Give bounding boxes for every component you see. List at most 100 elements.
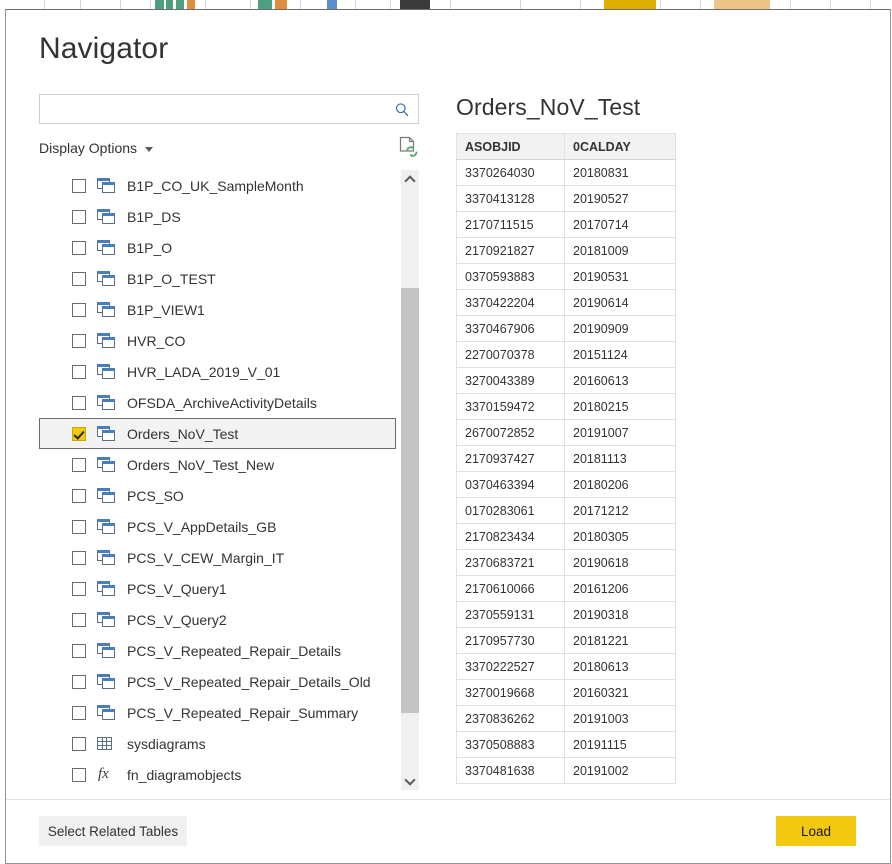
tree-item-pcs-v-query2[interactable]: PCS_V_Query2 (39, 604, 396, 635)
tree-item-pcs-so[interactable]: PCS_SO (39, 480, 396, 511)
tree-item-checkbox[interactable] (72, 674, 86, 689)
tree-item-orders-nov-test[interactable]: Orders_NoV_Test (39, 418, 396, 449)
tree-item-checkbox[interactable] (72, 271, 86, 286)
view-icon (97, 642, 117, 659)
navigator-dialog: Navigator Display Options B1P_CO_UK_Samp… (5, 9, 891, 864)
tree-item-checkbox[interactable] (72, 209, 86, 224)
tree-item-b1p-o[interactable]: B1P_O (39, 232, 396, 263)
tree-item-checkbox[interactable] (72, 612, 86, 627)
ribbon-divider (580, 0, 581, 9)
preview-cell: 2670072852 (456, 419, 565, 446)
search-input[interactable] (39, 94, 419, 124)
tree-item-checkbox[interactable] (72, 302, 86, 317)
tree-item-sysdiagrams[interactable]: sysdiagrams (39, 728, 396, 759)
ribbon-icon-fragment (604, 0, 656, 9)
refresh-document-icon[interactable] (397, 136, 419, 160)
tree-item-checkbox[interactable] (72, 767, 86, 782)
tree-item-checkbox[interactable] (72, 519, 86, 534)
view-icon (97, 518, 117, 535)
view-glyph (97, 704, 116, 721)
ribbon-divider (355, 0, 356, 9)
tree-item-label: HVR_CO (127, 332, 186, 349)
view-icon (97, 549, 117, 566)
ribbon-divider (300, 0, 301, 9)
tree-item-pcs-v-repeated-repair-details[interactable]: PCS_V_Repeated_Repair_Details (39, 635, 396, 666)
tree-item-checkbox[interactable] (72, 333, 86, 348)
tree-item-checkbox[interactable] (72, 705, 86, 720)
ribbon-divider (44, 0, 45, 9)
tree-item-b1p-ds[interactable]: B1P_DS (39, 201, 396, 232)
tree-item-label: B1P_O_TEST (127, 270, 216, 287)
tree-item-label: B1P_O (127, 239, 173, 256)
preview-table-row: 2170610066 20161206 (456, 575, 676, 602)
preview-table-row: 2170823434 20180305 (456, 523, 676, 550)
scrollbar-thumb[interactable] (401, 288, 419, 713)
view-glyph (97, 518, 116, 535)
preview-cell: 20160321 (564, 679, 676, 706)
tree-item-checkbox[interactable] (72, 178, 86, 193)
preview-cell: 2170711515 (456, 211, 565, 238)
tree-item-label: PCS_SO (127, 487, 184, 504)
tree-item-pcs-v-repeated-repair-summary[interactable]: PCS_V_Repeated_Repair_Summary (39, 697, 396, 728)
preview-cell: 0370463394 (456, 471, 565, 498)
preview-cell: 20190318 (564, 601, 676, 628)
view-icon (97, 208, 117, 225)
preview-cell: 20190531 (564, 263, 676, 290)
tree-item-pcs-v-repeated-repair-details-old[interactable]: PCS_V_Repeated_Repair_Details_Old (39, 666, 396, 697)
preview-cell: 0170283061 (456, 497, 565, 524)
preview-table-row: 2370836262 20191003 (456, 705, 676, 732)
tree-item-label: HVR_LADA_2019_V_01 (127, 363, 281, 380)
ribbon-divider (120, 0, 121, 9)
tree-item-orders-nov-test-new[interactable]: Orders_NoV_Test_New (39, 449, 396, 480)
tree-item-pcs-v-cew-margin-it[interactable]: PCS_V_CEW_Margin_IT (39, 542, 396, 573)
tree-item-checkbox[interactable] (72, 488, 86, 503)
tree-item-checkbox[interactable] (72, 581, 86, 596)
view-glyph (97, 270, 116, 287)
ribbon-icon-fragment (327, 0, 337, 9)
preview-cell: 20180831 (564, 159, 676, 186)
select-related-tables-button[interactable]: Select Related Tables (39, 816, 187, 846)
search-icon[interactable] (389, 97, 415, 121)
scrollbar-up-button[interactable] (401, 170, 419, 188)
table-icon (97, 735, 117, 752)
tree-item-fn-diagramobjects[interactable]: fx fn_diagramobjects (39, 759, 396, 790)
tree-item-pcs-v-appdetails-gb[interactable]: PCS_V_AppDetails_GB (39, 511, 396, 542)
preview-table-row: 0370593883 20190531 (456, 263, 676, 290)
preview-cell: 2170823434 (456, 523, 565, 550)
tree-item-b1p-co-uk-samplemonth[interactable]: B1P_CO_UK_SampleMonth (39, 170, 396, 201)
preview-cell: 20191115 (564, 731, 676, 758)
preview-table-row: 2170957730 20181221 (456, 627, 676, 654)
load-button[interactable]: Load (776, 816, 856, 846)
tree-item-ofsda-archiveactivitydetails[interactable]: OFSDA_ArchiveActivityDetails (39, 387, 396, 418)
ribbon-icon-fragment (714, 0, 770, 9)
tree-item-checkbox[interactable] (72, 643, 86, 658)
display-options-dropdown[interactable]: Display Options (39, 140, 154, 156)
tree-item-checkbox[interactable] (72, 550, 86, 565)
tree-item-checkbox[interactable] (72, 364, 86, 379)
ribbon-icon-fragment (155, 0, 164, 9)
tree-item-label: PCS_V_Repeated_Repair_Summary (127, 704, 359, 721)
preview-table-row: 2370683721 20190618 (456, 549, 676, 576)
view-icon (97, 456, 117, 473)
tree-item-hvr-lada-2019-v-01[interactable]: HVR_LADA_2019_V_01 (39, 356, 396, 387)
object-tree-list[interactable]: B1P_CO_UK_SampleMonth B1P_DS B1P_O B1P_O_TE… (39, 170, 396, 790)
tree-item-checkbox[interactable] (72, 426, 86, 441)
view-icon (97, 363, 117, 380)
tree-item-label: fn_diagramobjects (127, 766, 242, 783)
tree-item-b1p-view1[interactable]: B1P_VIEW1 (39, 294, 396, 325)
view-glyph (97, 642, 116, 659)
tree-item-checkbox[interactable] (72, 736, 86, 751)
scrollbar-down-button[interactable] (401, 772, 419, 790)
tree-item-checkbox[interactable] (72, 395, 86, 410)
tree-item-label: PCS_V_Query2 (127, 611, 227, 628)
ribbon-divider (390, 0, 391, 9)
tree-item-label: B1P_DS (127, 208, 181, 225)
tree-item-hvr-co[interactable]: HVR_CO (39, 325, 396, 356)
tree-item-checkbox[interactable] (72, 240, 86, 255)
tree-item-pcs-v-query1[interactable]: PCS_V_Query1 (39, 573, 396, 604)
tree-scrollbar[interactable] (401, 170, 419, 790)
preview-table-row: 3370481638 20191002 (456, 757, 676, 784)
tree-item-b1p-o-test[interactable]: B1P_O_TEST (39, 263, 396, 294)
preview-cell: 20190618 (564, 549, 676, 576)
tree-item-checkbox[interactable] (72, 457, 86, 472)
